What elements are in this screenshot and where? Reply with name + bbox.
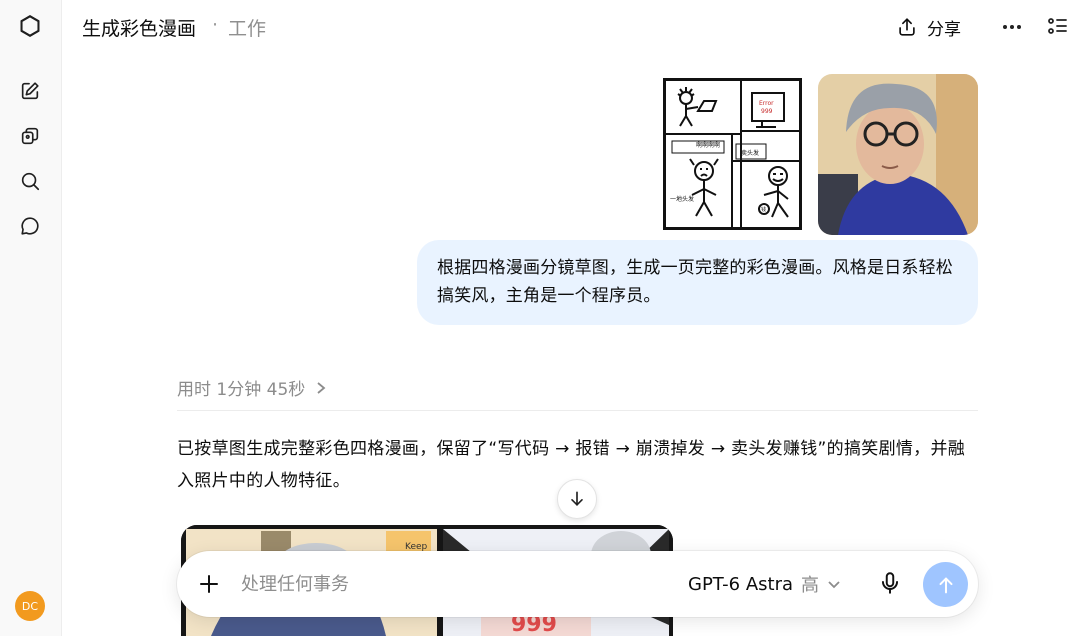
model-name: GPT-6 Astra <box>688 573 793 595</box>
chevron-right-icon <box>317 381 326 394</box>
thinking-duration-label: 用时 1分钟 45秒 <box>177 380 306 400</box>
new-chat-icon[interactable] <box>13 74 47 108</box>
project-name[interactable]: 工作 <box>228 14 266 41</box>
arrow-up-icon <box>938 577 953 593</box>
chat-bubble-icon[interactable] <box>13 209 47 243</box>
title-separator: · <box>212 14 219 36</box>
library-icon[interactable] <box>13 119 47 153</box>
sidebar: DC <box>0 0 62 636</box>
openai-logo-icon[interactable] <box>13 9 47 43</box>
storyboard-sketch-image[interactable]: Error 999 啊啊啊啊 卖头发 一地头发 钱 <box>663 78 802 230</box>
chevron-down-icon <box>828 581 840 589</box>
search-icon[interactable] <box>13 164 47 198</box>
svg-text:卖头发: 卖头发 <box>741 149 759 157</box>
voice-input-button[interactable] <box>877 570 905 598</box>
divider <box>177 410 978 411</box>
message-composer: GPT-6 Astra 高 <box>177 551 978 617</box>
share-icon <box>899 18 915 36</box>
send-button[interactable] <box>923 562 968 607</box>
share-label: 分享 <box>927 19 961 40</box>
plus-icon <box>200 575 218 593</box>
thinking-duration-toggle[interactable]: 用时 1分钟 45秒 <box>177 375 327 400</box>
share-button[interactable]: 分享 <box>896 13 961 41</box>
conversation-outline-icon[interactable] <box>1046 14 1072 40</box>
conversation-title[interactable]: 生成彩色漫画 <box>82 14 196 41</box>
scroll-to-bottom-button[interactable] <box>557 479 597 519</box>
svg-text:一地头发: 一地头发 <box>670 195 694 203</box>
user-avatar[interactable]: DC <box>15 591 45 621</box>
svg-text:啊啊啊啊: 啊啊啊啊 <box>696 142 720 149</box>
add-attachment-button[interactable] <box>195 570 223 598</box>
more-options-icon[interactable] <box>1000 16 1024 38</box>
arrow-down-icon <box>571 491 583 506</box>
reference-photo-image[interactable] <box>818 74 978 235</box>
model-effort-level: 高 <box>801 575 819 596</box>
programmer-photo <box>818 74 978 235</box>
svg-text:999: 999 <box>761 108 773 115</box>
header: 生成彩色漫画 · 工作 分享 <box>62 0 1080 54</box>
user-message-bubble: 根据四格漫画分镜草图，生成一页完整的彩色漫画。风格是日系轻松搞笑风，主角是一个程… <box>417 240 978 325</box>
svg-text:Error: Error <box>759 100 774 107</box>
message-input[interactable] <box>241 570 641 598</box>
model-selector[interactable]: GPT-6 Astra 高 <box>688 571 841 597</box>
svg-text:钱: 钱 <box>761 206 766 213</box>
storyboard-sketch-drawing: Error 999 啊啊啊啊 卖头发 一地头发 钱 <box>666 81 799 227</box>
microphone-icon <box>881 572 899 594</box>
